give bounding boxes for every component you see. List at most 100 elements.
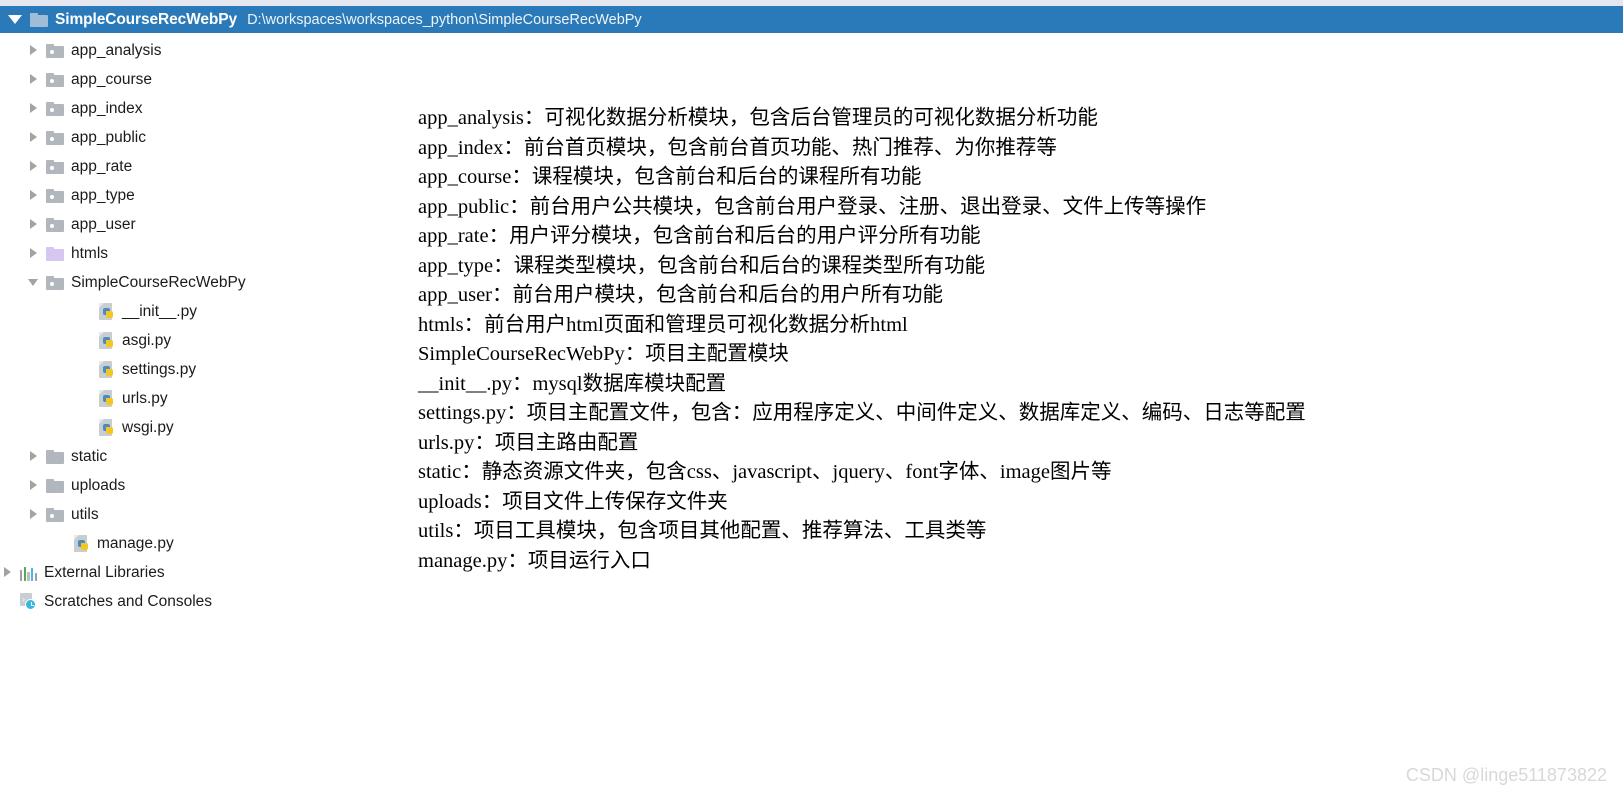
tree-item-label: app_type xyxy=(71,186,135,204)
tree-item-external-libraries[interactable]: External Libraries xyxy=(0,558,400,587)
python-file-icon xyxy=(98,389,115,408)
tree-item-static[interactable]: static xyxy=(0,442,400,471)
python-file-icon xyxy=(98,331,115,350)
description-line: settings.py：项目主配置文件，包含：应用程序定义、中间件定义、数据库定… xyxy=(418,402,1306,424)
tree-item-app-user[interactable]: app_user xyxy=(0,210,400,239)
folder-module-icon xyxy=(46,188,64,203)
folder-module-icon xyxy=(46,72,64,87)
project-header-bar[interactable]: SimpleCourseRecWebPy D:\workspaces\works… xyxy=(0,6,1623,33)
triangle-down-icon[interactable] xyxy=(8,15,22,24)
chevron-right-icon[interactable] xyxy=(28,218,41,231)
tree-item-label: External Libraries xyxy=(44,563,165,581)
tree-item-label: app_index xyxy=(71,99,143,117)
python-file-icon xyxy=(98,302,115,321)
tree-item-init-py[interactable]: __init__.py xyxy=(0,297,400,326)
tree-item-label: utils xyxy=(71,505,99,523)
tree-item-label: wsgi.py xyxy=(122,418,174,436)
description-line: uploads：项目文件上传保存文件夹 xyxy=(418,490,728,513)
tree-item-app-index[interactable]: app_index xyxy=(0,94,400,123)
folder-module-icon xyxy=(46,159,64,174)
folder-module-icon xyxy=(46,43,64,58)
tree-item-label: app_course xyxy=(71,70,153,88)
folder-module-icon xyxy=(46,275,64,290)
description-line: __init__.py：mysql数据库模块配置 xyxy=(418,372,727,395)
tree-item-htmls[interactable]: htmls xyxy=(0,239,400,268)
description-line: app_analysis：可视化数据分析模块，包含后台管理员的可视化数据分析功能 xyxy=(418,107,1098,129)
tree-item-label: uploads xyxy=(71,476,126,494)
scratches-icon: › xyxy=(20,593,37,610)
tree-item-wsgi-py[interactable]: wsgi.py xyxy=(0,413,400,442)
tree-item-label: SimpleCourseRecWebPy xyxy=(71,273,246,291)
tree-item-app-type[interactable]: app_type xyxy=(0,181,400,210)
tree-item-label: Scratches and Consoles xyxy=(44,592,213,610)
tree-item-app-analysis[interactable]: app_analysis xyxy=(0,36,400,65)
description-line: app_user：前台用户模块，包含前台和后台的用户所有功能 xyxy=(418,284,944,306)
folder-template-icon xyxy=(46,246,64,261)
chevron-right-icon[interactable] xyxy=(28,102,41,115)
tree-item-label: htmls xyxy=(71,244,109,262)
tree-item-label: urls.py xyxy=(122,389,168,407)
description-line: app_rate：用户评分模块，包含前台和后台的用户评分所有功能 xyxy=(418,225,981,247)
python-file-icon xyxy=(98,360,115,379)
chevron-right-icon[interactable] xyxy=(28,131,41,144)
chevron-right-icon[interactable] xyxy=(28,44,41,57)
chevron-right-icon[interactable] xyxy=(28,73,41,86)
chevron-right-icon[interactable] xyxy=(28,247,41,260)
folder-module-icon xyxy=(46,507,64,522)
tree-item-scratches-and-consoles[interactable]: › Scratches and Consoles xyxy=(0,587,400,616)
tree-item-app-rate[interactable]: app_rate xyxy=(0,152,400,181)
tree-item-label: settings.py xyxy=(122,360,197,378)
description-panel: app_analysis：可视化数据分析模块，包含后台管理员的可视化数据分析功能… xyxy=(418,104,1508,576)
python-file-icon xyxy=(98,418,115,437)
folder-icon xyxy=(46,478,64,493)
chevron-right-icon[interactable] xyxy=(28,479,41,492)
description-line: SimpleCourseRecWebPy：项目主配置模块 xyxy=(418,343,789,365)
tree-item-label: manage.py xyxy=(97,534,174,552)
chevron-right-icon[interactable] xyxy=(28,450,41,463)
tree-item-settings-py[interactable]: settings.py xyxy=(0,355,400,384)
tree-item-app-public[interactable]: app_public xyxy=(0,123,400,152)
chevron-right-icon[interactable] xyxy=(28,160,41,173)
tree-item-label: app_user xyxy=(71,215,136,233)
tree-item-label: static xyxy=(71,447,108,465)
chevron-right-icon[interactable] xyxy=(28,189,41,202)
description-line: static：静态资源文件夹，包含css、javascript、jquery、f… xyxy=(418,461,1112,483)
chevron-down-icon[interactable] xyxy=(28,276,41,289)
tree-item-utils[interactable]: utils xyxy=(0,500,400,529)
watermark: CSDN @linge511873822 xyxy=(1405,765,1607,785)
folder-module-icon xyxy=(46,101,64,116)
tree-item-manage-py[interactable]: manage.py xyxy=(0,529,400,558)
chevron-right-icon[interactable] xyxy=(28,508,41,521)
description-line: app_index：前台首页模块，包含前台首页功能、热门推荐、为你推荐等 xyxy=(418,136,1057,159)
description-line: app_course：课程模块，包含前台和后台的课程所有功能 xyxy=(418,166,922,188)
folder-module-icon xyxy=(46,217,64,232)
project-title: SimpleCourseRecWebPy xyxy=(55,10,238,28)
chevron-right-icon[interactable] xyxy=(2,566,15,579)
folder-icon xyxy=(30,12,48,27)
tree-item-simplecourserecwebpy[interactable]: SimpleCourseRecWebPy xyxy=(0,268,400,297)
description-line: app_public：前台用户公共模块，包含前台用户登录、注册、退出登录、文件上… xyxy=(418,195,1207,218)
description-line: manage.py：项目运行入口 xyxy=(418,549,651,572)
tree-item-uploads[interactable]: uploads xyxy=(0,471,400,500)
tree-item-label: __init__.py xyxy=(122,302,197,320)
tree-item-label: app_analysis xyxy=(71,41,162,59)
project-path: D:\workspaces\workspaces_python\SimpleCo… xyxy=(247,11,642,28)
folder-icon xyxy=(46,449,64,464)
tree-item-app-course[interactable]: app_course xyxy=(0,65,400,94)
description-line: htmls：前台用户html页面和管理员可视化数据分析html xyxy=(418,313,908,336)
tree-item-urls-py[interactable]: urls.py xyxy=(0,384,400,413)
tree-item-label: app_rate xyxy=(71,157,133,175)
description-line: app_type：课程类型模块，包含前台和后台的课程类型所有功能 xyxy=(418,254,986,277)
project-tree[interactable]: app_analysis app_course app_index app_publi… xyxy=(0,36,400,616)
tree-item-asgi-py[interactable]: asgi.py xyxy=(0,326,400,355)
libraries-icon xyxy=(20,565,38,581)
python-file-icon xyxy=(73,534,90,553)
folder-module-icon xyxy=(46,130,64,145)
